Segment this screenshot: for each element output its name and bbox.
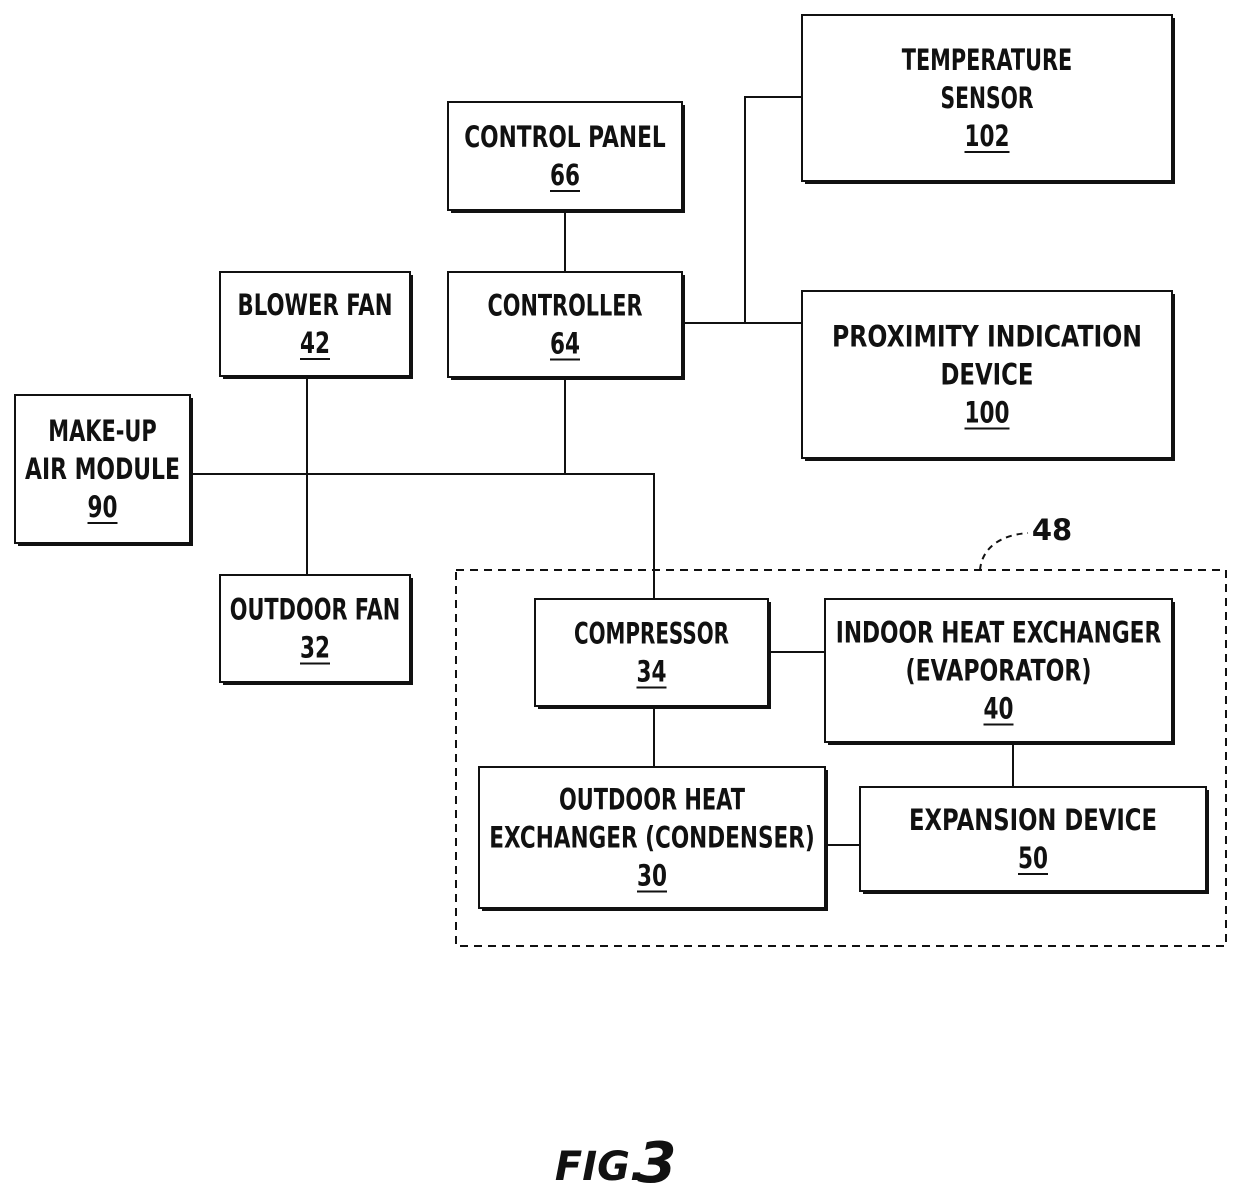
block-label-line: SENSOR (941, 81, 1034, 115)
block-label-line: INDOOR HEAT EXCHANGER (836, 616, 1162, 650)
block-ref-number: 66 (550, 158, 580, 192)
block-ref-number: 30 (637, 859, 667, 893)
block-ref-number: 42 (300, 326, 330, 360)
block-temperature-sensor: TEMPERATURE SENSOR 102 (801, 14, 1175, 184)
block-label-line: TEMPERATURE (902, 43, 1073, 77)
block-ref-number: 102 (965, 119, 1010, 153)
block-label-line: CONTROLLER (488, 289, 643, 323)
block-ref-number: 64 (550, 327, 580, 361)
block-control-panel: CONTROL PANEL 66 (447, 101, 685, 213)
block-proximity-indication-device: PROXIMITY INDICATION DEVICE 100 (801, 290, 1175, 461)
block-ref-number: 100 (965, 396, 1010, 430)
block-compressor: COMPRESSOR 34 (534, 598, 771, 709)
block-label-line: OUTDOOR HEAT (559, 783, 745, 817)
block-outdoor-fan: OUTDOOR FAN 32 (219, 574, 413, 685)
block-make-up-air-module: MAKE-UP AIR MODULE 90 (14, 394, 193, 546)
hvac-block-diagram: 48 CONTROL PANEL 66 CONTROLLER 64 BLOWER FAN… (14, 14, 1227, 1196)
block-blower-fan: BLOWER FAN 42 (219, 271, 413, 379)
block-ref-number: 40 (984, 692, 1014, 726)
group-ref-label: 48 (1032, 513, 1072, 547)
block-ref-number: 50 (1018, 841, 1048, 875)
block-frame (219, 574, 411, 683)
block-label-line: (EVAPORATOR) (906, 654, 1092, 688)
figure-caption: FIG. 3 (555, 1131, 677, 1196)
block-expansion-device: EXPANSION DEVICE 50 (859, 786, 1209, 894)
block-ref-number: 32 (300, 631, 330, 665)
figure-caption-prefix: FIG. (555, 1144, 645, 1190)
block-label-line: EXPANSION DEVICE (909, 803, 1157, 837)
block-label-line: CONTROL PANEL (464, 120, 666, 154)
figure-caption-number: 3 (638, 1131, 677, 1196)
blocks: CONTROL PANEL 66 CONTROLLER 64 BLOWER FAN 42 T… (14, 14, 1209, 911)
block-label-line: MAKE-UP (48, 414, 157, 448)
block-ref-number: 34 (637, 655, 667, 689)
block-frame (447, 101, 683, 211)
block-outdoor-heat-exchanger: OUTDOOR HEAT EXCHANGER (CONDENSER) 30 (478, 766, 828, 911)
block-label-line: BLOWER FAN (238, 288, 393, 322)
block-label-line: PROXIMITY INDICATION (832, 320, 1142, 354)
block-label-line: AIR MODULE (25, 452, 180, 486)
block-ref-number: 90 (88, 490, 118, 524)
block-controller: CONTROLLER 64 (447, 271, 685, 380)
wire-controller-sensors (682, 96, 802, 324)
block-frame (534, 598, 769, 707)
block-label-line: COMPRESSOR (574, 617, 729, 651)
block-label-line: OUTDOOR FAN (230, 593, 401, 627)
block-indoor-heat-exchanger: INDOOR HEAT EXCHANGER (EVAPORATOR) 40 (824, 598, 1175, 745)
block-label-line: DEVICE (941, 358, 1034, 392)
block-label-line: EXCHANGER (CONDENSER) (489, 821, 815, 855)
group-leader-line (979, 532, 1029, 571)
